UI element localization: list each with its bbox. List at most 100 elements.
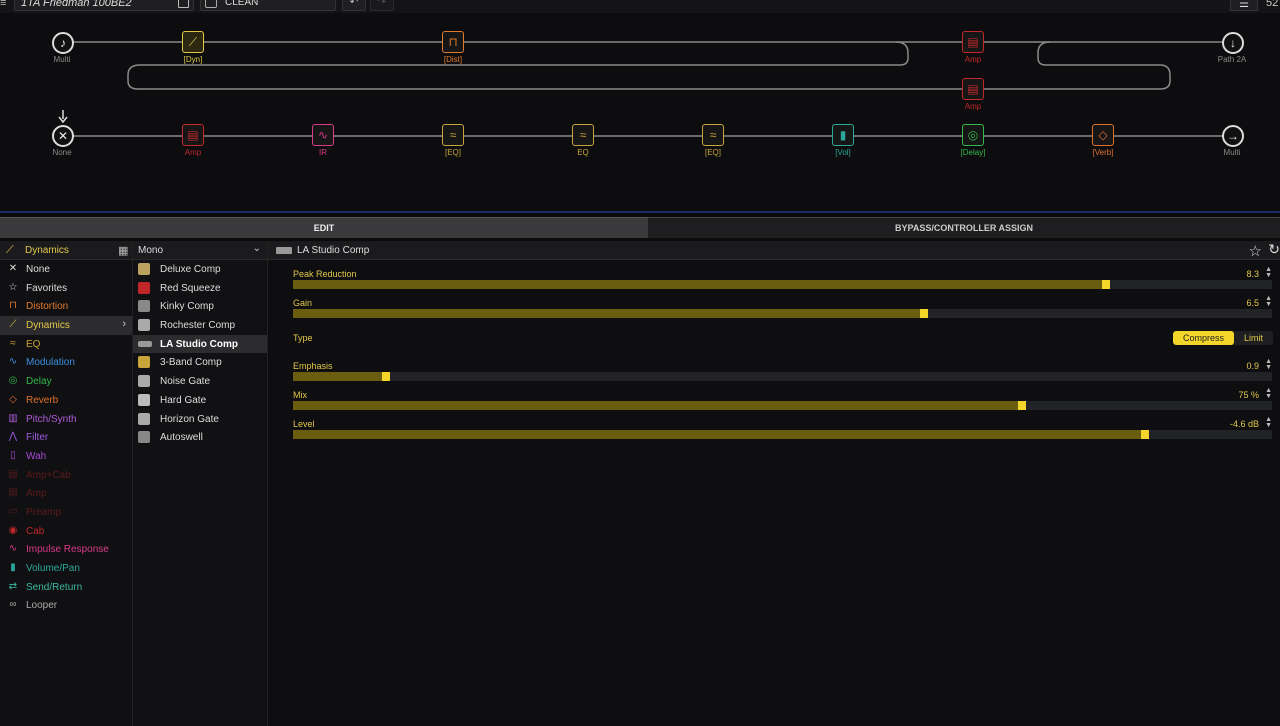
path2-input-icon[interactable]: ✕ — [52, 125, 74, 147]
eq-block-3[interactable]: ≈ — [702, 124, 724, 146]
model-header-label: Mono — [138, 245, 164, 256]
slider-handle[interactable] — [920, 309, 928, 318]
tab-bypass-controller-assign[interactable]: BYPASS/CONTROLLER ASSIGN — [648, 217, 1280, 238]
amp-block-2[interactable]: ▤ — [962, 78, 984, 100]
back-icon[interactable]: ≡ — [0, 0, 6, 9]
favorite-star-icon[interactable]: ☆ — [1249, 242, 1262, 260]
stepper-icon[interactable]: ▲ ▼ — [1265, 387, 1272, 400]
category-item-label: Filter — [26, 432, 49, 444]
preset-dropdown-icon[interactable] — [178, 0, 189, 8]
param-value[interactable]: 8.3 — [1246, 269, 1259, 279]
param-slider[interactable] — [293, 401, 1272, 410]
dynamics-icon: ⟋ — [6, 244, 14, 256]
type-option[interactable]: Compress — [1172, 331, 1234, 345]
distortion-block[interactable]: ⊓ — [442, 31, 464, 53]
param-row: Level -4.6 dB ▲ ▼ — [293, 416, 1273, 443]
category-item[interactable]: ▭ Preamp — [0, 503, 132, 522]
category-item[interactable]: ◇ Reverb — [0, 391, 132, 410]
model-item[interactable]: Kinky Comp — [133, 297, 267, 316]
delay-block[interactable]: ◎ — [962, 124, 984, 146]
stepper-icon[interactable]: ▲ ▼ — [1265, 358, 1272, 371]
category-item[interactable]: ∿ Impulse Response — [0, 540, 132, 559]
param-value[interactable]: 0.9 — [1246, 361, 1259, 371]
type-selector[interactable]: Compress Limit — [1172, 331, 1273, 345]
path1-output-label: Path 2A — [1217, 55, 1247, 64]
model-item[interactable]: Horizon Gate — [133, 410, 267, 429]
snapshot-selector[interactable]: CLEAN — [200, 0, 336, 11]
parameter-panel: LA Studio Comp ☆ ↻ Peak Reduction 8.3 ▲ ▼ Ga… — [268, 241, 1280, 726]
slider-handle[interactable] — [1102, 280, 1110, 289]
grid-view-icon[interactable]: ▦ — [118, 244, 128, 257]
param-value[interactable]: 75 % — [1238, 390, 1259, 400]
menu-button[interactable]: ☰ — [1230, 0, 1258, 11]
category-item[interactable]: ▯ Wah — [0, 447, 132, 466]
path1-input-icon[interactable]: ♪ — [52, 32, 74, 54]
category-item[interactable]: ∿ Modulation — [0, 353, 132, 372]
path2-output-icon[interactable]: → — [1222, 125, 1244, 147]
tempo-readout[interactable]: 52 — [1266, 0, 1278, 9]
category-item[interactable]: ⊓ Distortion — [0, 297, 132, 316]
category-item[interactable]: ⟋ Dynamics › — [0, 316, 132, 335]
pedal-icon — [138, 431, 150, 444]
eq-block[interactable]: ≈ — [442, 124, 464, 146]
category-item[interactable]: ◎ Delay — [0, 372, 132, 391]
model-item[interactable]: Red Squeeze — [133, 279, 267, 298]
category-item-label: Favorites — [26, 282, 68, 294]
param-slider[interactable] — [293, 430, 1272, 439]
slider-fill — [293, 430, 1145, 439]
param-name: Emphasis — [293, 361, 333, 371]
category-item[interactable]: ▤ Amp+Cab — [0, 466, 132, 485]
reverb-block[interactable]: ◇ — [1092, 124, 1114, 146]
stepper-icon[interactable]: ▲ ▼ — [1265, 266, 1272, 279]
category-item[interactable]: ◉ Cab — [0, 522, 132, 541]
param-slider[interactable] — [293, 309, 1272, 318]
slider-handle[interactable] — [1141, 430, 1149, 439]
slider-handle[interactable] — [1018, 401, 1026, 410]
category-header[interactable]: ⟋ Dynamics ▦ — [0, 241, 132, 260]
dynamics-block[interactable]: ⟋ — [182, 31, 204, 53]
model-item[interactable]: Noise Gate — [133, 372, 267, 391]
slider-handle[interactable] — [382, 372, 390, 381]
model-header[interactable]: Mono ⌄ — [133, 241, 267, 260]
amp-cab-icon: ▤ — [8, 468, 18, 480]
tab-edit[interactable]: EDIT — [0, 217, 648, 238]
param-value[interactable]: -4.6 dB — [1230, 419, 1259, 429]
category-item[interactable]: ✕ None — [0, 260, 132, 279]
category-item[interactable]: ⋀ Filter — [0, 428, 132, 447]
category-item-label: Volume/Pan — [26, 563, 80, 574]
param-slider[interactable] — [293, 372, 1272, 381]
model-item[interactable]: Hard Gate — [133, 391, 267, 410]
type-label: Type — [293, 333, 313, 343]
redo-button[interactable]: ↷ — [370, 0, 394, 11]
type-option[interactable]: Limit — [1234, 331, 1273, 345]
category-item[interactable]: ☆ Favorites — [0, 279, 132, 298]
undo-button[interactable]: ↶ — [342, 0, 366, 11]
category-item[interactable]: ▤ Amp — [0, 484, 132, 503]
category-item-label: Impulse Response — [26, 544, 109, 556]
stepper-icon[interactable]: ▲ ▼ — [1265, 416, 1272, 429]
category-item[interactable]: ∞ Looper — [0, 596, 132, 615]
category-item[interactable]: ▮ Volume/Pan — [0, 559, 132, 578]
amp-block[interactable]: ▤ — [962, 31, 984, 53]
path1-output-icon[interactable]: ↓ — [1222, 32, 1244, 54]
param-slider[interactable] — [293, 280, 1272, 289]
category-item-label: Dynamics — [26, 320, 70, 332]
volume-block[interactable]: ▮ — [832, 124, 854, 146]
category-item[interactable]: ▥ Pitch/Synth — [0, 410, 132, 429]
ir-block[interactable]: ∿ — [312, 124, 334, 146]
preset-selector[interactable]: 1TA Friedman 100BE2 — [14, 0, 194, 11]
model-item[interactable]: LA Studio Comp — [133, 334, 267, 354]
model-item[interactable]: Rochester Comp — [133, 316, 267, 335]
stepper-icon[interactable]: ▲ ▼ — [1265, 295, 1272, 308]
category-item[interactable]: ≈ EQ — [0, 335, 132, 354]
category-item-label: None — [26, 264, 50, 275]
category-item[interactable]: ⇄ Send/Return — [0, 578, 132, 597]
chevron-down-icon[interactable]: ⌄ — [253, 243, 261, 254]
reset-icon[interactable]: ↻ — [1268, 241, 1280, 258]
model-item[interactable]: Deluxe Comp — [133, 260, 267, 279]
model-item[interactable]: Autoswell — [133, 428, 267, 447]
param-value[interactable]: 6.5 — [1246, 298, 1259, 308]
eq-block-2[interactable]: ≈ — [572, 124, 594, 146]
amp-block[interactable]: ▤ — [182, 124, 204, 146]
model-item[interactable]: 3-Band Comp — [133, 353, 267, 372]
